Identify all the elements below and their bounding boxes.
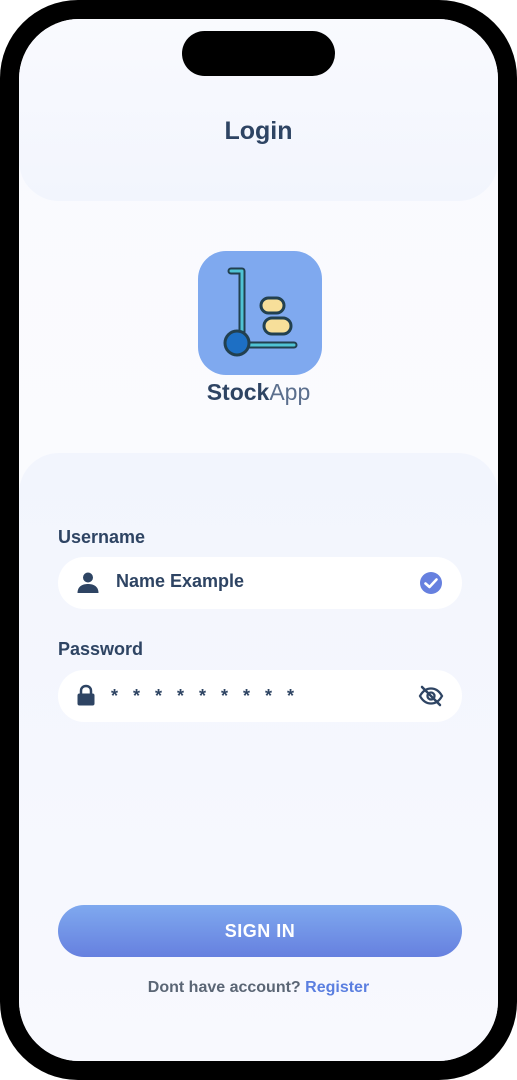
camera-notch (182, 31, 335, 76)
username-label: Username (58, 527, 146, 547)
sign-in-button[interactable]: SIGN IN (58, 905, 462, 957)
register-prompt-text: Dont have account? (147, 979, 301, 996)
password-label: Password (58, 639, 144, 659)
hand-truck-icon (223, 267, 298, 357)
phone-frame: Login StockApp Username Name Example Pas… (0, 0, 517, 1080)
page-title: Login (224, 117, 293, 145)
app-name-light: App (269, 379, 311, 405)
screen: Login StockApp Username Name Example Pas… (19, 19, 498, 1061)
app-logo (198, 251, 322, 375)
app-name: StockApp (19, 379, 498, 406)
username-value: Name Example (116, 571, 245, 591)
username-field[interactable]: Name Example (58, 557, 462, 609)
password-value: * * * * * * * * * (111, 686, 300, 706)
person-icon (77, 572, 99, 593)
check-circle-icon (420, 572, 442, 594)
register-link[interactable]: Register (305, 979, 369, 996)
lock-icon (77, 684, 95, 706)
eye-off-icon[interactable] (418, 683, 444, 709)
app-name-strong: Stock (206, 379, 270, 405)
password-field[interactable]: * * * * * * * * * (58, 670, 462, 722)
register-prompt: Dont have account? Register (19, 979, 498, 997)
